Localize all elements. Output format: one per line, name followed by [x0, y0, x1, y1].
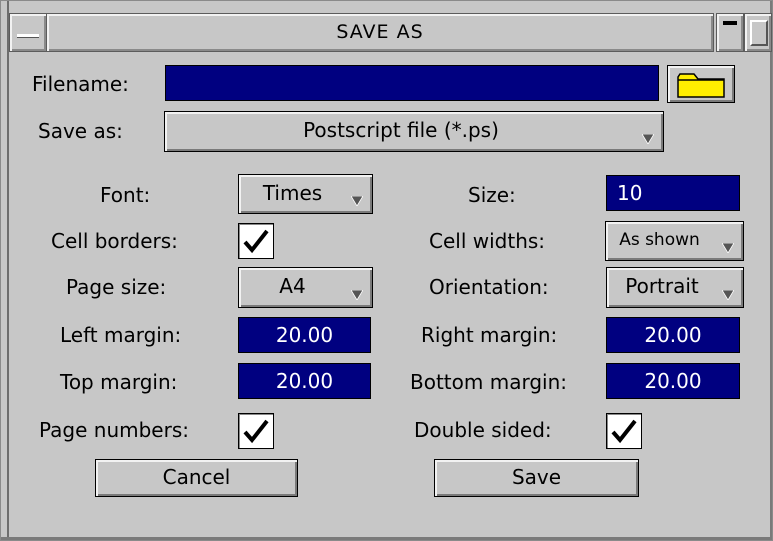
right-margin-label: Right margin:: [421, 323, 558, 347]
title-bar: SAVE AS: [9, 13, 772, 52]
folder-icon: [677, 73, 725, 98]
checkmark-icon: [611, 419, 637, 444]
window-menu-button[interactable]: [9, 13, 47, 52]
cell-widths-dropdown[interactable]: As shown: [605, 221, 744, 261]
left-margin-input[interactable]: 20.00: [238, 317, 371, 353]
double-sided-label: Double sided:: [414, 418, 552, 442]
cancel-button[interactable]: Cancel: [95, 459, 298, 497]
left-margin-label: Left margin:: [60, 323, 182, 347]
cell-borders-checkbox[interactable]: [238, 223, 274, 259]
checkmark-icon: [243, 229, 269, 254]
minimize-icon: [723, 21, 737, 25]
double-sided-checkbox[interactable]: [606, 413, 642, 449]
dropdown-arrow-icon: [351, 290, 363, 300]
orientation-dropdown[interactable]: Portrait: [606, 267, 744, 308]
dropdown-arrow-icon: [722, 243, 734, 253]
checkmark-icon: [243, 419, 269, 444]
maximize-button[interactable]: [744, 13, 772, 52]
window-bottom-edge: [1, 537, 772, 540]
font-dropdown[interactable]: Times: [238, 174, 373, 214]
dropdown-arrow-icon: [722, 290, 734, 300]
orientation-label: Orientation:: [429, 275, 549, 299]
cell-widths-label: Cell widths:: [429, 229, 546, 253]
dropdown-arrow-icon: [351, 196, 363, 206]
cell-widths-value: As shown: [619, 230, 700, 250]
font-label: Font:: [100, 183, 151, 207]
minimize-button[interactable]: [716, 13, 744, 52]
page-numbers-checkbox[interactable]: [238, 413, 274, 449]
browse-folder-button[interactable]: [667, 65, 735, 103]
save-as-label: Save as:: [38, 119, 123, 143]
save-as-dropdown[interactable]: Postscript file (*.ps): [164, 111, 664, 152]
save-button[interactable]: Save: [434, 459, 639, 497]
window-right-edge: [770, 1, 772, 540]
dropdown-arrow-icon: [642, 134, 654, 144]
filename-label: Filename:: [32, 72, 129, 96]
window-left-edge: [7, 1, 9, 540]
bottom-margin-label: Bottom margin:: [410, 370, 567, 394]
menu-bar-icon: [17, 34, 39, 38]
page-size-value: A4: [279, 274, 306, 298]
bottom-margin-input[interactable]: 20.00: [606, 363, 740, 399]
save-as-value: Postscript file (*.ps): [303, 118, 499, 142]
window-title[interactable]: SAVE AS: [46, 13, 714, 52]
save-as-dialog: SAVE AS Filename: Save as: Postscript fi…: [0, 0, 773, 541]
page-size-dropdown[interactable]: A4: [238, 267, 373, 308]
size-input[interactable]: 10: [606, 175, 740, 211]
top-margin-label: Top margin:: [60, 370, 178, 394]
font-value: Times: [262, 181, 323, 205]
top-margin-input[interactable]: 20.00: [238, 363, 371, 399]
page-size-label: Page size:: [66, 275, 167, 299]
right-margin-input[interactable]: 20.00: [606, 317, 740, 353]
maximize-icon: [750, 20, 768, 46]
cell-borders-label: Cell borders:: [51, 229, 178, 253]
filename-input[interactable]: [165, 65, 659, 101]
size-label: Size:: [468, 183, 516, 207]
orientation-value: Portrait: [625, 274, 699, 298]
page-numbers-label: Page numbers:: [39, 418, 189, 442]
